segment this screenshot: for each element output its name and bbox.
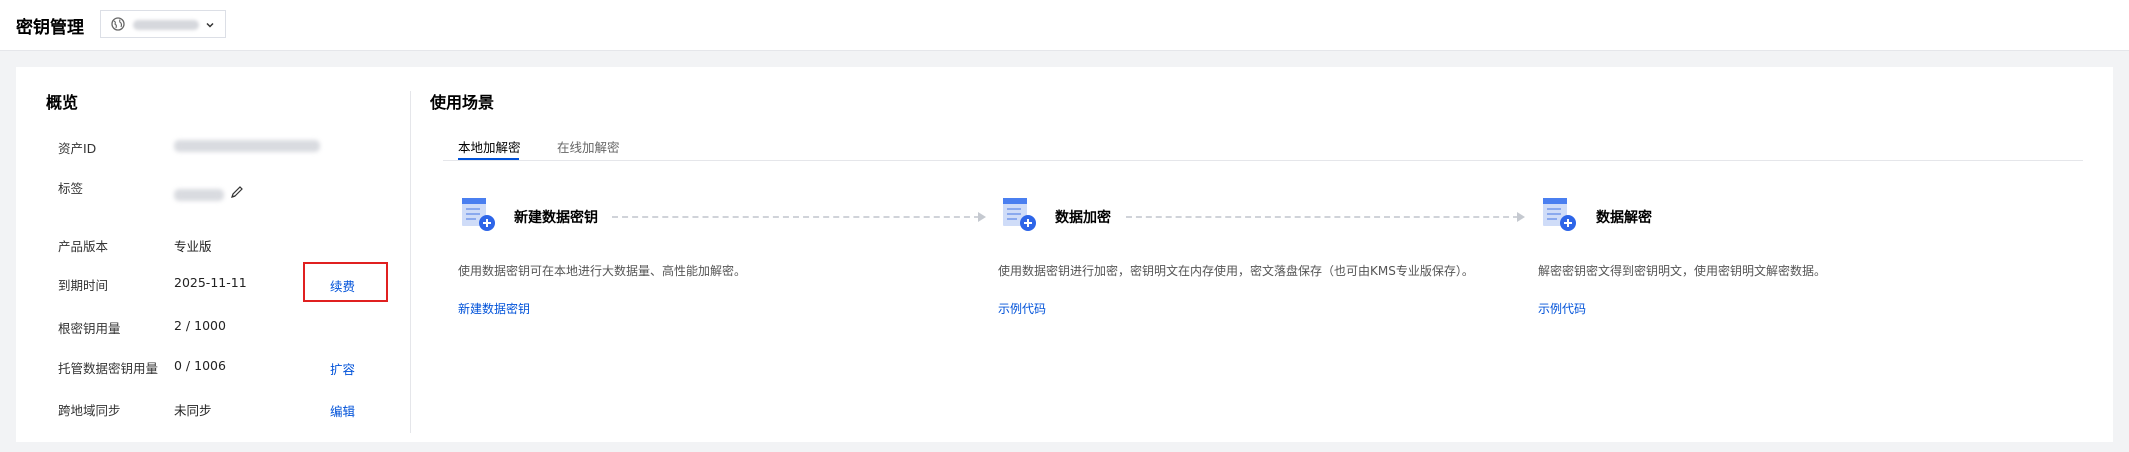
root-key-usage-value: 2 / 1000 bbox=[174, 318, 226, 333]
edit-sync-link[interactable]: 编辑 bbox=[330, 401, 355, 420]
tab-online-encryption[interactable]: 在线加解密 bbox=[557, 137, 620, 156]
create-data-key-link[interactable]: 新建数据密钥 bbox=[458, 300, 530, 317]
step-decrypt-desc: 解密密钥密文得到密钥明文，使用密钥明文解密数据。 bbox=[1538, 264, 1827, 278]
document-add-icon bbox=[1003, 198, 1036, 231]
active-tab-indicator bbox=[458, 158, 519, 160]
top-bar: 密钥管理 bbox=[0, 0, 2129, 51]
managed-data-key-usage-label: 托管数据密钥用量 bbox=[58, 361, 159, 376]
pencil-icon[interactable] bbox=[230, 185, 244, 199]
globe-icon bbox=[111, 17, 125, 31]
scenario-title: 使用场景 bbox=[430, 93, 495, 112]
asset-id-value-redacted bbox=[174, 140, 320, 152]
encrypt-sample-code-link[interactable]: 示例代码 bbox=[998, 300, 1046, 317]
region-select[interactable] bbox=[100, 10, 226, 38]
region-name-redacted bbox=[133, 20, 199, 30]
managed-data-key-usage-value: 0 / 1006 bbox=[174, 358, 226, 373]
arrow-head-2 bbox=[1517, 212, 1525, 222]
product-version-value: 专业版 bbox=[174, 239, 212, 254]
arrow-head-1 bbox=[978, 212, 986, 222]
step-encrypt-title: 数据加密 bbox=[1055, 210, 1111, 226]
cross-region-sync-label: 跨地域同步 bbox=[58, 403, 121, 418]
step-decrypt-title: 数据解密 bbox=[1596, 210, 1652, 226]
cross-region-sync-value: 未同步 bbox=[174, 403, 212, 418]
asset-id-label: 资产ID bbox=[58, 141, 97, 156]
document-add-icon bbox=[462, 198, 495, 231]
page-title: 密钥管理 bbox=[16, 18, 84, 38]
step-create-data-key-desc: 使用数据密钥可在本地进行大数据量、高性能加解密。 bbox=[458, 264, 747, 278]
decrypt-sample-code-link[interactable]: 示例代码 bbox=[1538, 300, 1586, 317]
tag-value-redacted bbox=[174, 189, 224, 201]
tabs-divider bbox=[443, 160, 2083, 161]
step-encrypt-desc: 使用数据密钥进行加密，密钥明文在内存使用，密文落盘保存（也可由KMS专业版保存）… bbox=[998, 264, 1474, 278]
arrow-line-1 bbox=[612, 216, 980, 218]
chevron-down-icon bbox=[206, 22, 214, 28]
main-card: 概览 资产ID 标签 产品版本 专业版 到期时间 2025-11-11 续费 根… bbox=[16, 67, 2113, 442]
step-create-data-key-title: 新建数据密钥 bbox=[514, 210, 598, 226]
tab-local-encryption[interactable]: 本地加解密 bbox=[458, 137, 521, 156]
product-version-label: 产品版本 bbox=[58, 239, 109, 254]
overview-title: 概览 bbox=[46, 93, 79, 112]
section-divider bbox=[410, 91, 411, 433]
renew-link[interactable]: 续费 bbox=[330, 276, 355, 295]
arrow-line-2 bbox=[1126, 216, 1519, 218]
expiry-value: 2025-11-11 bbox=[174, 275, 247, 290]
root-key-usage-label: 根密钥用量 bbox=[58, 321, 121, 336]
tag-label: 标签 bbox=[58, 181, 84, 196]
document-add-icon bbox=[1543, 198, 1576, 231]
expiry-label: 到期时间 bbox=[58, 278, 109, 293]
expand-link[interactable]: 扩容 bbox=[330, 359, 355, 378]
